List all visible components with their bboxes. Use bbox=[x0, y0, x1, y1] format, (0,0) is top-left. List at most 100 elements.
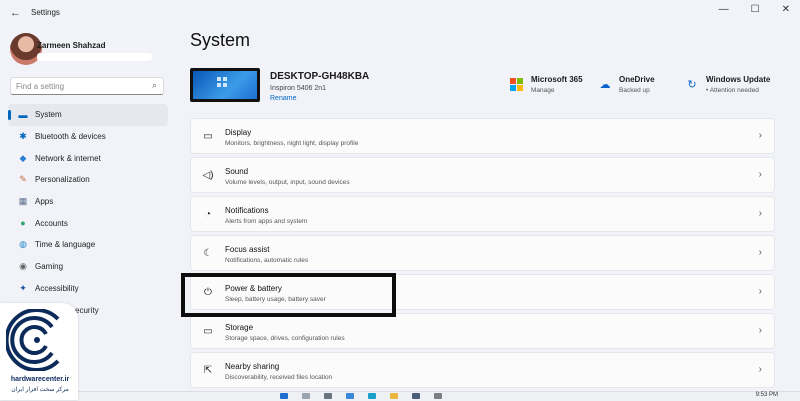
sidebar-item-accessibility[interactable]: ✦ Accessibility bbox=[8, 278, 168, 300]
quick-link-title: Microsoft 365 bbox=[531, 75, 583, 84]
sidebar-item-system[interactable]: ▬ System bbox=[8, 104, 168, 126]
setting-title: Nearby sharing bbox=[225, 362, 280, 371]
quick-link-title: OneDrive bbox=[619, 75, 655, 84]
maximize-button[interactable]: ☐ bbox=[751, 4, 760, 15]
setting-title: Sound bbox=[225, 167, 249, 176]
bluetooth-icon: ✱ bbox=[19, 131, 27, 142]
sidebar-item-personalization[interactable]: ✎ Personalization bbox=[8, 169, 168, 191]
settings-app-icon[interactable] bbox=[434, 393, 442, 399]
taskbar-clock: 9:53 PM bbox=[755, 392, 778, 398]
sidebar-item-label: Gaming bbox=[35, 262, 64, 272]
search-input[interactable] bbox=[16, 80, 141, 92]
person-icon: ● bbox=[20, 218, 26, 229]
task-view-icon[interactable] bbox=[324, 393, 332, 399]
setting-subtitle: Volume levels, output, input, sound devi… bbox=[225, 179, 350, 186]
sidebar-item-bluetooth-devices[interactable]: ✱ Bluetooth & devices bbox=[8, 126, 168, 148]
quick-link-subtitle: • Attention needed bbox=[706, 87, 759, 94]
close-button[interactable]: ✕ bbox=[782, 4, 790, 15]
back-arrow-icon[interactable]: ← bbox=[10, 7, 21, 19]
window-title: Settings bbox=[31, 8, 60, 17]
setting-card-sound[interactable]: ◁) Sound Volume levels, output, input, sou… bbox=[190, 157, 775, 193]
setting-card-display[interactable]: ▭ Display Monitors, brightness, night ligh… bbox=[190, 118, 775, 154]
taskbar-icons bbox=[280, 393, 442, 399]
bell-icon: ◔ bbox=[204, 209, 212, 220]
setting-subtitle: Alerts from apps and system bbox=[225, 218, 308, 225]
microsoft-365-icon bbox=[510, 78, 524, 92]
accessibility-icon: ✦ bbox=[19, 282, 27, 293]
watermark-logo: hardwarecenter.ir مرکز سخت افزار ایران bbox=[0, 303, 78, 400]
minimize-button[interactable]: — bbox=[719, 4, 729, 15]
sidebar-item-label: Network & internet bbox=[35, 153, 101, 163]
widgets-icon[interactable] bbox=[346, 393, 354, 399]
setting-subtitle: Storage space, drives, configuration rul… bbox=[225, 335, 345, 342]
sidebar-item-network-internet[interactable]: ◆ Network & internet bbox=[8, 147, 168, 169]
search-box[interactable]: ⌕ bbox=[10, 77, 164, 95]
title-bar: ← Settings — ☐ ✕ bbox=[0, 0, 800, 26]
user-email-redacted bbox=[37, 53, 152, 61]
sidebar-item-accounts[interactable]: ● Accounts bbox=[8, 212, 168, 234]
store-icon[interactable] bbox=[412, 393, 420, 399]
storage-icon: ▭ bbox=[203, 326, 213, 337]
quick-link-title: Windows Update bbox=[706, 75, 771, 84]
start-icon[interactable] bbox=[280, 393, 288, 399]
watermark-mark-icon bbox=[6, 309, 60, 371]
setting-title: Storage bbox=[225, 323, 254, 332]
chevron-right-icon: › bbox=[758, 325, 762, 336]
rename-link[interactable]: Rename bbox=[270, 95, 296, 102]
watermark-text: مرکز سخت افزار ایران bbox=[11, 387, 69, 393]
speaker-icon: ◁) bbox=[202, 170, 214, 181]
moon-icon: ☾ bbox=[203, 248, 213, 259]
sidebar-item-gaming[interactable]: ◉ Gaming bbox=[8, 256, 168, 278]
sidebar-item-label: Apps bbox=[35, 197, 54, 207]
device-name: DESKTOP-GH48KBA bbox=[270, 71, 370, 82]
user-name: Zarmeen Shahzad bbox=[37, 41, 106, 50]
window-controls: — ☐ ✕ bbox=[719, 4, 790, 15]
quick-link-subtitle: Manage bbox=[531, 87, 555, 94]
chevron-right-icon: › bbox=[758, 247, 762, 258]
sidebar-item-apps[interactable]: ▦ Apps bbox=[8, 191, 168, 213]
share-icon: ⇱ bbox=[203, 365, 213, 376]
setting-subtitle: Discoverability, received files location bbox=[225, 374, 333, 381]
chevron-right-icon: › bbox=[758, 286, 762, 297]
wifi-icon: ◆ bbox=[19, 152, 27, 163]
settings-list: ▭ Display Monitors, brightness, night ligh… bbox=[190, 118, 775, 391]
highlight-box bbox=[181, 273, 396, 317]
device-image bbox=[190, 68, 260, 102]
display-icon: ▭ bbox=[203, 131, 213, 142]
globe-icon: ◍ bbox=[19, 239, 27, 250]
setting-card-notifications[interactable]: ◔ Notifications Alerts from apps and syste… bbox=[190, 196, 775, 232]
sidebar-item-label: Accessibility bbox=[35, 283, 79, 293]
quick-link-subtitle: Backed up bbox=[619, 87, 650, 94]
chevron-right-icon: › bbox=[758, 208, 762, 219]
sidebar-item-label: Bluetooth & devices bbox=[35, 132, 106, 142]
edge-icon[interactable] bbox=[368, 393, 376, 399]
apps-icon: ▦ bbox=[18, 196, 28, 207]
monitor-icon: ▬ bbox=[18, 109, 28, 120]
brush-icon: ✎ bbox=[19, 174, 27, 185]
device-model: Inspiron 5406 2n1 bbox=[270, 85, 327, 92]
search-icon[interactable]: ⌕ bbox=[152, 80, 157, 91]
sidebar-item-label: Time & language bbox=[35, 240, 96, 250]
setting-card-focus-assist[interactable]: ☾ Focus assist Notifications, automatic ru… bbox=[190, 235, 775, 271]
watermark-site: hardwarecenter.ir bbox=[10, 376, 70, 383]
setting-title: Notifications bbox=[225, 206, 269, 215]
chevron-right-icon: › bbox=[758, 169, 762, 180]
chevron-right-icon: › bbox=[758, 130, 762, 141]
onedrive-icon: ☁ bbox=[599, 79, 611, 91]
setting-card-storage[interactable]: ▭ Storage Storage space, drives, configura… bbox=[190, 313, 775, 349]
sidebar-item-label: System bbox=[35, 110, 62, 120]
sidebar-item-label: Personalization bbox=[35, 175, 90, 185]
setting-title: Display bbox=[225, 128, 252, 137]
sidebar-item-label: Accounts bbox=[35, 218, 68, 228]
chevron-right-icon: › bbox=[758, 364, 762, 375]
setting-title: Focus assist bbox=[225, 245, 270, 254]
controller-icon: ◉ bbox=[19, 261, 27, 272]
setting-card-nearby-sharing[interactable]: ⇱ Nearby sharing Discoverability, received… bbox=[190, 352, 775, 388]
search-icon[interactable] bbox=[302, 393, 310, 399]
sidebar-item-time-language[interactable]: ◍ Time & language bbox=[8, 234, 168, 256]
setting-subtitle: Notifications, automatic rules bbox=[225, 257, 309, 264]
explorer-icon[interactable] bbox=[390, 393, 398, 399]
setting-subtitle: Monitors, brightness, night light, displ… bbox=[225, 140, 359, 147]
windows-logo-icon bbox=[217, 77, 227, 87]
windows-update-icon: ↻ bbox=[687, 79, 697, 91]
